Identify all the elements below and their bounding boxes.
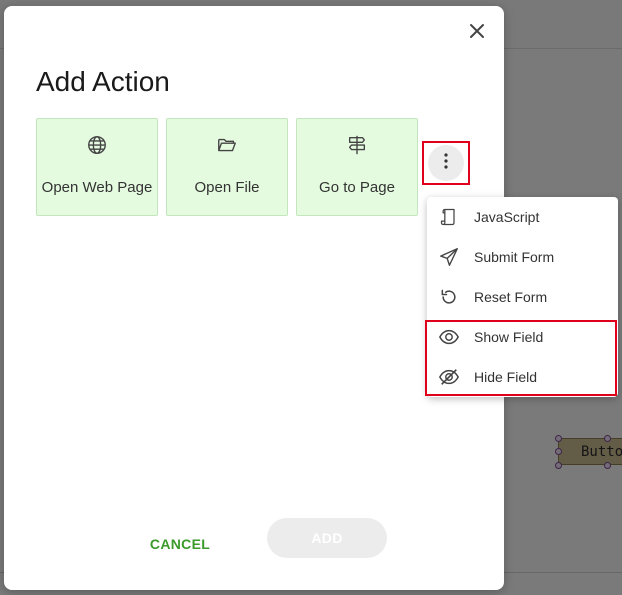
signpost-icon <box>345 133 369 157</box>
menu-item-hide-field[interactable]: Hide Field <box>427 357 618 397</box>
more-vertical-icon <box>443 152 449 174</box>
script-icon <box>437 205 461 229</box>
menu-item-label: Hide Field <box>474 369 538 385</box>
open-file-card[interactable]: Open File <box>166 118 288 216</box>
card-label: Open Web Page <box>41 179 153 196</box>
close-icon <box>469 23 485 44</box>
dialog-title: Add Action <box>36 66 170 97</box>
add-button[interactable]: ADD <box>267 518 387 558</box>
more-actions-menu: JavaScript Submit Form Reset Form Show F… <box>427 197 618 397</box>
card-label: Go to Page <box>319 179 395 196</box>
menu-item-show-field[interactable]: Show Field <box>427 317 618 357</box>
close-button[interactable] <box>466 22 488 44</box>
cancel-button[interactable]: CANCEL <box>140 524 220 564</box>
card-label: Open File <box>194 179 260 196</box>
menu-item-javascript[interactable]: JavaScript <box>427 197 618 237</box>
more-button-surface <box>428 145 464 181</box>
menu-item-label: Show Field <box>474 329 544 345</box>
menu-item-submit-form[interactable]: Submit Form <box>427 237 618 277</box>
action-cards: Open Web Page Open File Go to Page <box>36 118 418 216</box>
menu-item-label: Submit Form <box>474 249 555 265</box>
globe-icon <box>85 133 109 157</box>
go-to-page-card[interactable]: Go to Page <box>296 118 418 216</box>
reset-icon <box>437 285 461 309</box>
send-icon <box>437 245 461 269</box>
menu-item-reset-form[interactable]: Reset Form <box>427 277 618 317</box>
menu-item-label: JavaScript <box>474 209 540 225</box>
eye-icon <box>437 325 461 349</box>
menu-item-label: Reset Form <box>474 289 548 305</box>
folder-open-icon <box>215 133 239 157</box>
more-actions-button[interactable] <box>422 141 470 185</box>
open-web-page-card[interactable]: Open Web Page <box>36 118 158 216</box>
eye-off-icon <box>437 365 461 389</box>
